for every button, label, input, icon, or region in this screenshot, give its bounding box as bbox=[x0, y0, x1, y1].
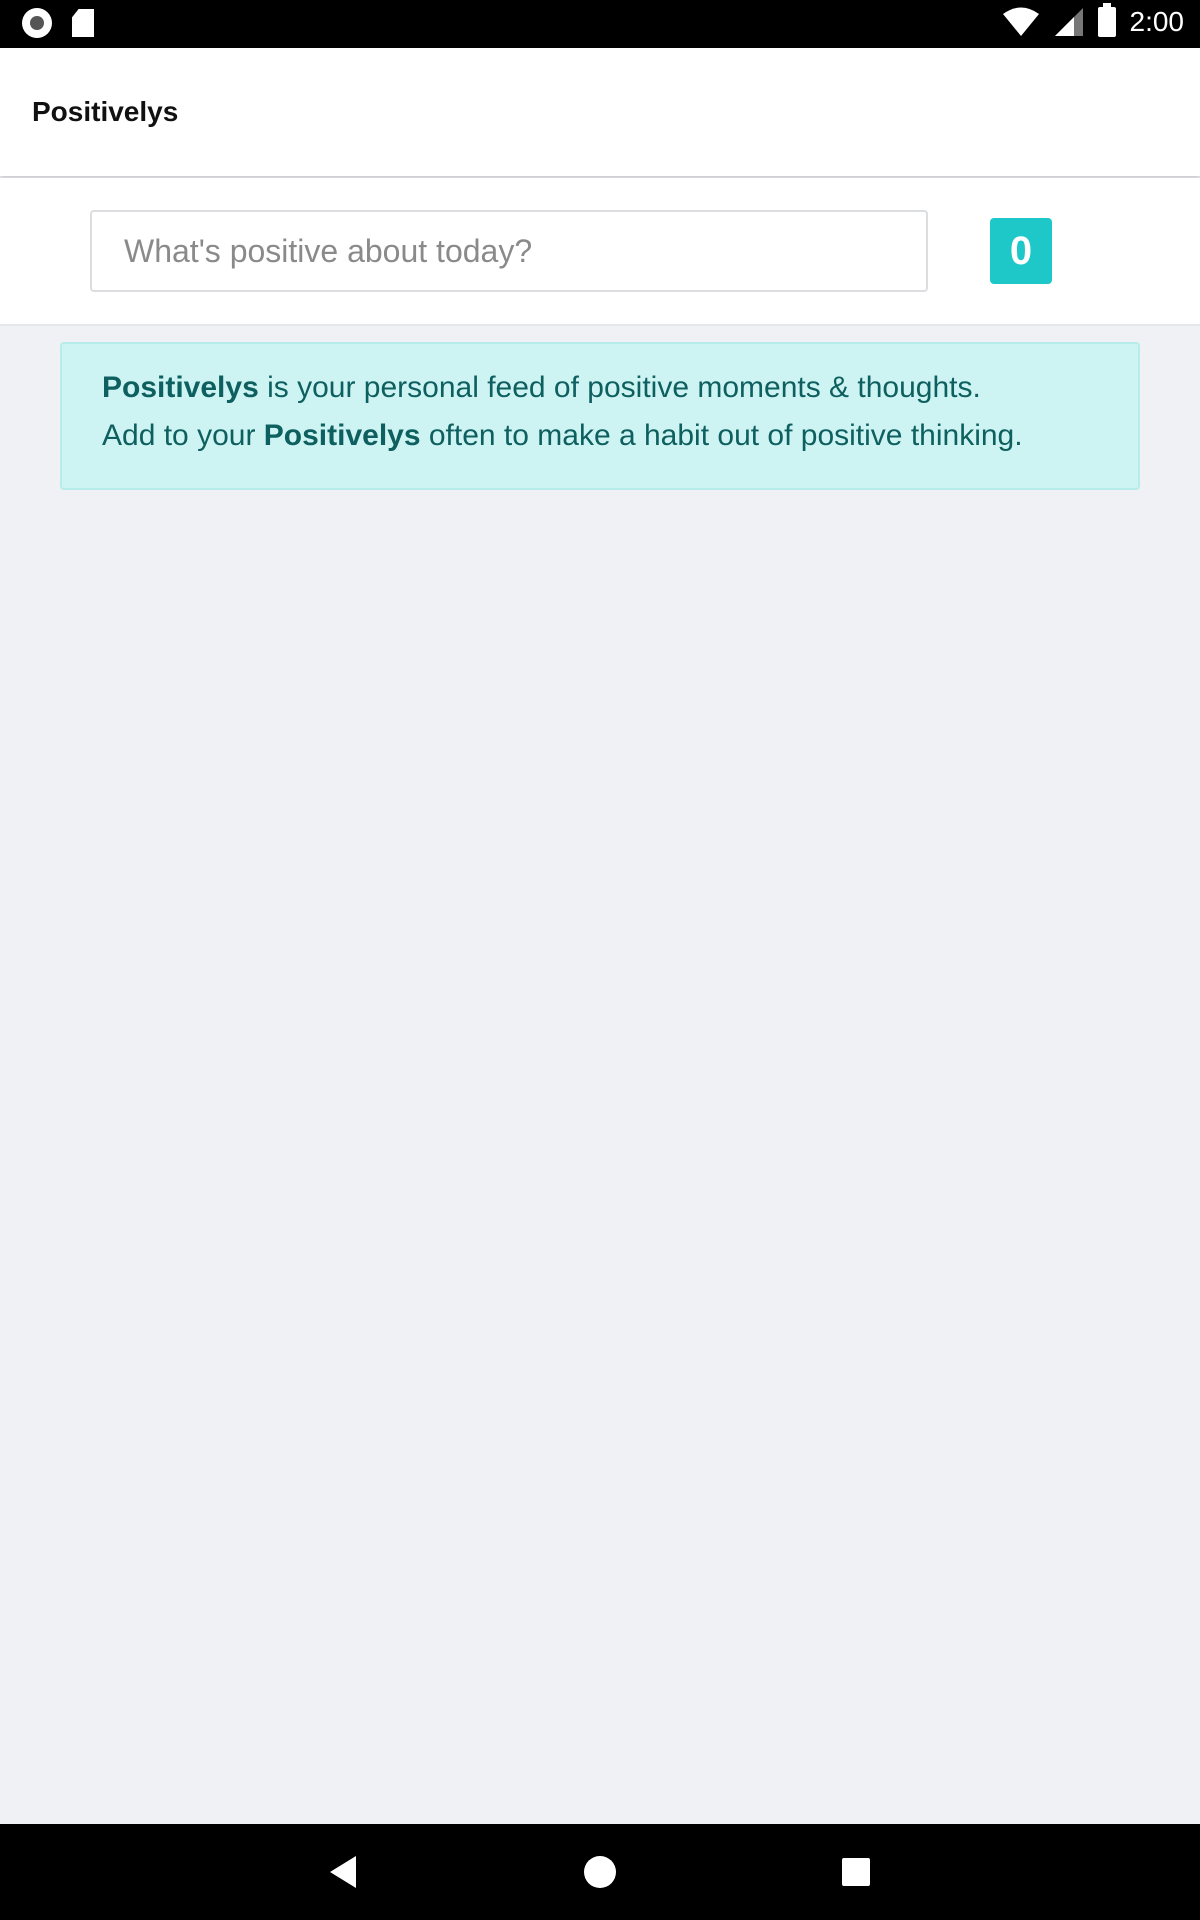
app-title: Positivelys bbox=[32, 96, 179, 127]
info-box: Positivelys is your personal feed of pos… bbox=[60, 342, 1140, 490]
positive-input[interactable] bbox=[90, 210, 928, 292]
wifi-icon bbox=[1002, 7, 1039, 36]
info-brand: Positivelys bbox=[102, 371, 259, 404]
status-right-icons: 2:00 bbox=[1002, 3, 1185, 38]
info-brand-2: Positivelys bbox=[263, 419, 421, 452]
sd-card-icon bbox=[72, 9, 94, 37]
home-icon[interactable] bbox=[584, 1856, 616, 1888]
navigation-bar bbox=[0, 1824, 1200, 1920]
signal-icon bbox=[1054, 8, 1083, 36]
recent-apps-icon[interactable] bbox=[842, 1858, 870, 1886]
status-bar: 2:00 bbox=[0, 0, 1200, 48]
info-line-1-text: is your personal feed of positive moment… bbox=[258, 371, 981, 404]
composer-row: 0 bbox=[0, 178, 1200, 326]
info-line-2-end: often to make a habit out of positive th… bbox=[420, 419, 1023, 452]
battery-icon bbox=[1097, 3, 1116, 37]
info-line-2-start: Add to your bbox=[102, 419, 264, 452]
info-line-2: Add to your Positivelys often to make a … bbox=[102, 412, 1138, 460]
info-line-1: Positivelys is your personal feed of pos… bbox=[102, 364, 1138, 412]
status-left-icons bbox=[22, 8, 94, 38]
app-header: Positivelys bbox=[0, 48, 1200, 176]
record-icon bbox=[22, 8, 52, 38]
clock: 2:00 bbox=[1129, 6, 1185, 37]
count-badge: 0 bbox=[990, 218, 1052, 284]
back-icon[interactable] bbox=[330, 1856, 356, 1888]
